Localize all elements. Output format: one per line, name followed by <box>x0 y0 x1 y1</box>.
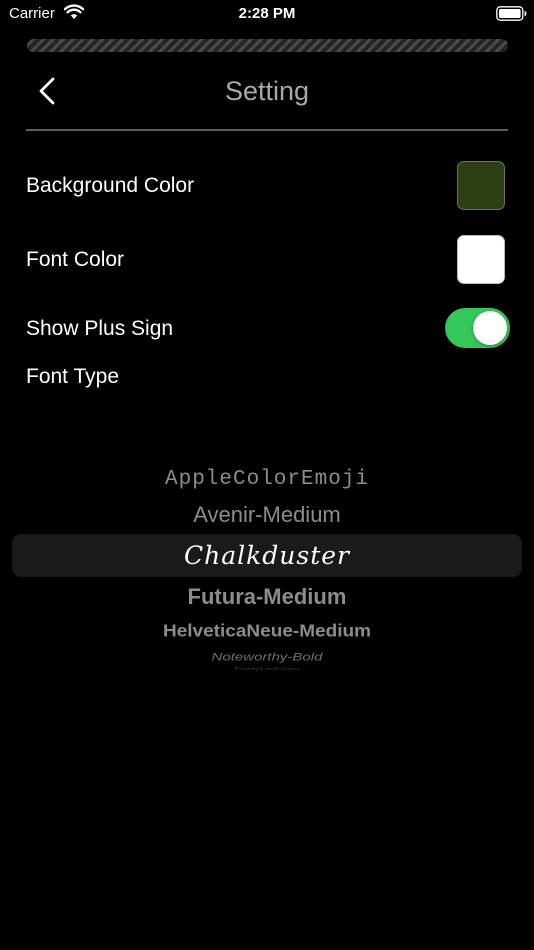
show-plus-sign-toggle[interactable] <box>445 308 510 348</box>
font-color-swatch[interactable] <box>457 235 505 284</box>
show-plus-sign-label: Show Plus Sign <box>26 317 174 340</box>
status-time: 2:28 PM <box>238 5 296 22</box>
page-title: Setting <box>224 76 310 106</box>
picker-option[interactable]: AppleColorEmoji <box>0 468 534 491</box>
picker-option[interactable]: HelveticaNeue-Medium <box>0 622 534 642</box>
picker-option[interactable]: Avenir-Medium <box>0 502 534 528</box>
decorative-hatch-strip <box>27 39 508 52</box>
status-bar: Carrier 2:28 PM <box>0 0 534 28</box>
background-color-label: Background Color <box>26 174 195 197</box>
battery-icon <box>496 6 527 21</box>
picker-option[interactable]: PartyLetPlain <box>0 667 534 671</box>
toggle-knob <box>473 311 507 345</box>
picker-option-selected[interactable]: Chalkduster <box>0 541 534 570</box>
picker-option[interactable]: Futura-Medium <box>0 584 534 610</box>
font-type-label: Font Type <box>26 365 120 388</box>
picker-option[interactable]: Noteworthy-Bold <box>0 651 534 663</box>
background-color-swatch[interactable] <box>457 161 505 210</box>
header-divider <box>26 129 508 131</box>
font-type-picker[interactable]: AppleColorEmoji Avenir-Medium Chalkduste… <box>0 455 534 675</box>
font-color-label: Font Color <box>26 248 125 271</box>
